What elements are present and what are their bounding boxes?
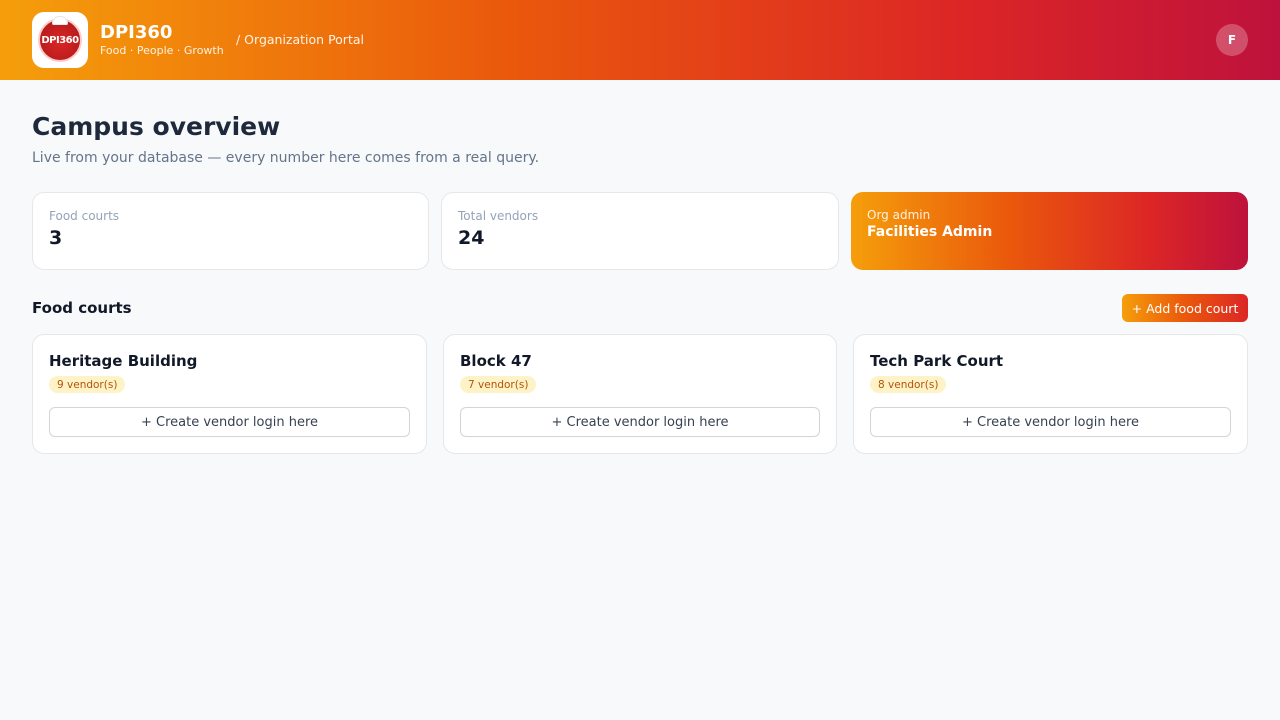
create-vendor-login-button[interactable]: + Create vendor login here: [460, 407, 820, 437]
vendor-count-badge: 9 vendor(s): [49, 376, 126, 393]
page-title: Campus overview: [32, 112, 281, 141]
stat-value: 3: [49, 227, 63, 249]
chef-hat-icon: [52, 16, 68, 25]
food-court-name: Block 47: [460, 352, 532, 370]
food-court-card: Tech Park Court 8 vendor(s) + Create ven…: [853, 334, 1248, 454]
food-court-card: Block 47 7 vendor(s) + Create vendor log…: [443, 334, 837, 454]
add-food-court-button[interactable]: + Add food court: [1122, 294, 1248, 322]
user-avatar[interactable]: F: [1216, 24, 1248, 56]
stat-card-org-admin: Org admin Facilities Admin: [851, 192, 1248, 270]
logo-mark: DPI360: [41, 34, 79, 46]
food-court-card: Heritage Building 9 vendor(s) + Create v…: [32, 334, 427, 454]
page-subtitle: Live from your database — every number h…: [32, 150, 540, 166]
stat-label: Food courts: [49, 209, 120, 223]
food-court-name: Tech Park Court: [870, 352, 1004, 370]
dpi360-logo-icon[interactable]: DPI360: [32, 12, 88, 68]
stat-card-food-courts: Food courts 3: [32, 192, 429, 270]
stat-value: 24: [458, 227, 485, 249]
stat-label: Org admin: [867, 208, 931, 222]
top-bar: DPI360 DPI360 Food · People · Growth / O…: [0, 0, 1280, 80]
section-title-food-courts: Food courts: [32, 299, 132, 317]
create-vendor-login-button[interactable]: + Create vendor login here: [870, 407, 1231, 437]
stat-card-total-vendors: Total vendors 24: [441, 192, 839, 270]
brand-tagline: Food · People · Growth: [100, 44, 224, 57]
vendor-count-badge: 7 vendor(s): [460, 376, 537, 393]
create-vendor-login-button[interactable]: + Create vendor login here: [49, 407, 410, 437]
stat-label: Total vendors: [458, 209, 539, 223]
logo-badge: DPI360: [38, 16, 82, 62]
org-admin-name: Facilities Admin: [867, 224, 993, 240]
food-court-name: Heritage Building: [49, 352, 198, 370]
vendor-count-badge: 8 vendor(s): [870, 376, 947, 393]
portal-breadcrumb: / Organization Portal: [236, 32, 364, 47]
brand-name: DPI360: [100, 22, 173, 43]
